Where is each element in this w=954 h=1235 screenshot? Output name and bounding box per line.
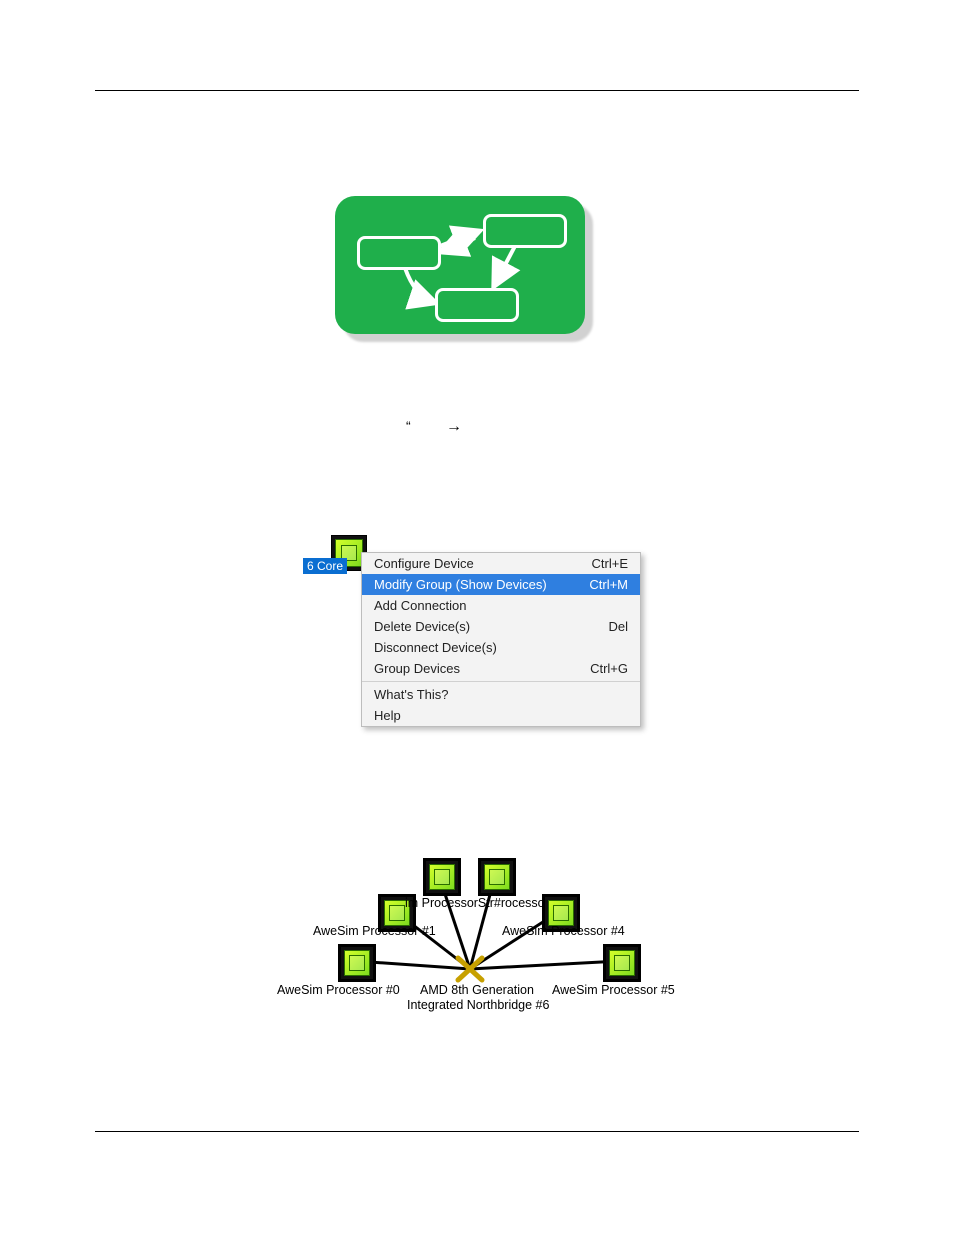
menu-label: Add Connection [374, 598, 467, 613]
menu-separator [362, 681, 640, 682]
menu-label: What's This? [374, 687, 449, 702]
top-rule [95, 90, 859, 91]
chip-icon [423, 858, 461, 896]
menu-label: Disconnect Device(s) [374, 640, 497, 655]
menu-label: Help [374, 708, 401, 723]
menu-item-configure[interactable]: Configure Device Ctrl+E [362, 553, 640, 574]
menu-label: Configure Device [374, 556, 474, 571]
chip-icon [603, 944, 641, 982]
menu-item-add-connection[interactable]: Add Connection [362, 595, 640, 616]
label-processor-5: AweSim Processor #5 [552, 983, 675, 997]
menu-shortcut: Del [608, 619, 628, 634]
menu-item-whats-this[interactable]: What's This? [362, 684, 640, 705]
menu-shortcut: Ctrl+E [592, 556, 628, 571]
label-northbridge-line1: AMD 8th Generation [420, 983, 534, 997]
menu-item-disconnect[interactable]: Disconnect Device(s) [362, 637, 640, 658]
label-processor-overlap: im ProcessorStr#rocesso [405, 896, 545, 910]
label-processor-1: AweSim Processor #1 [313, 924, 436, 938]
menu-item-help[interactable]: Help [362, 705, 640, 726]
stray-quote: “ [406, 418, 411, 434]
menu-label: Modify Group (Show Devices) [374, 577, 547, 592]
bottom-rule [95, 1131, 859, 1132]
context-menu: Configure Device Ctrl+E Modify Group (Sh… [361, 552, 641, 727]
menu-label: Delete Device(s) [374, 619, 470, 634]
stray-arrow: → [446, 418, 462, 436]
menu-label: Group Devices [374, 661, 460, 676]
menu-item-delete[interactable]: Delete Device(s) Del [362, 616, 640, 637]
label-processor-0: AweSim Processor #0 [277, 983, 400, 997]
menu-shortcut: Ctrl+M [589, 577, 628, 592]
chip-icon [478, 858, 516, 896]
figure-processor-diagram: AweSim Processor #0 AweSim Processor #1 … [280, 836, 680, 1026]
label-northbridge-line2: Integrated Northbridge #6 [407, 998, 549, 1012]
page: “ → 6 Core Configure Device Ctrl+E Modif… [0, 0, 954, 1235]
group-label-selected: 6 Core [303, 558, 347, 574]
figure-hierarchy-icon [335, 196, 597, 344]
label-processor-4: AweSim Processor #4 [502, 924, 625, 938]
menu-item-group-devices[interactable]: Group Devices Ctrl+G [362, 658, 640, 679]
menu-shortcut: Ctrl+G [590, 661, 628, 676]
menu-item-modify-group[interactable]: Modify Group (Show Devices) Ctrl+M [362, 574, 640, 595]
chip-icon [338, 944, 376, 982]
